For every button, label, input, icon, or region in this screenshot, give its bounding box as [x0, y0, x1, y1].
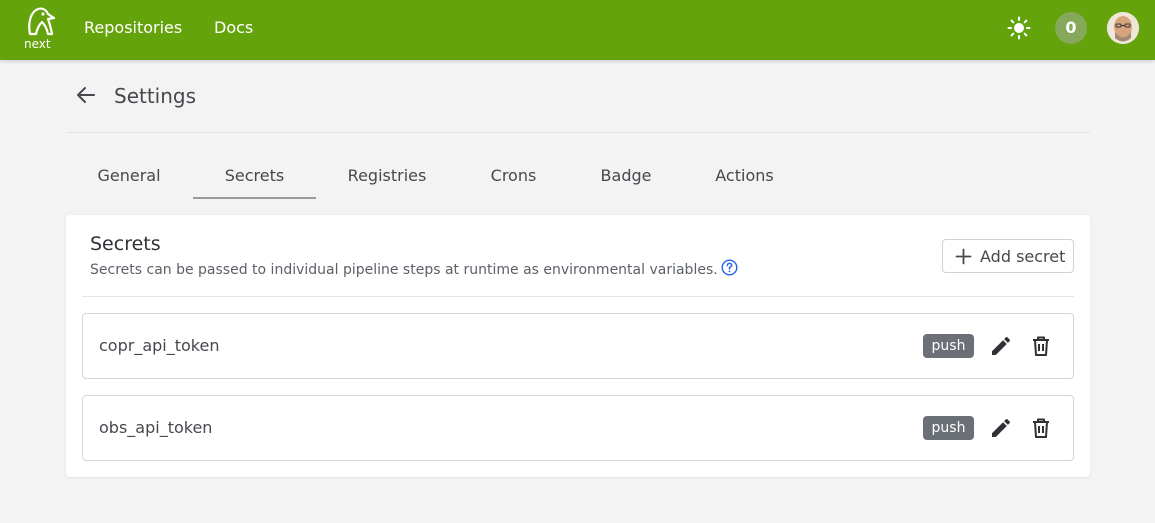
add-secret-label: Add secret: [980, 247, 1066, 266]
logo-label: next: [24, 37, 51, 51]
secrets-panel: Secrets Secrets can be passed to individ…: [66, 215, 1090, 477]
tab-badge[interactable]: Badge: [577, 155, 675, 199]
event-badge: push: [923, 334, 974, 358]
nav-docs-link[interactable]: Docs: [214, 18, 253, 37]
plus-icon: [955, 248, 972, 265]
user-avatar[interactable]: [1107, 12, 1139, 44]
page-title: Settings: [114, 84, 197, 108]
arrow-left-icon: [77, 87, 95, 103]
back-button[interactable]: [74, 83, 98, 107]
panel-description: Secrets can be passed to individual pipe…: [90, 262, 718, 278]
secret-name: copr_api_token: [99, 336, 220, 355]
home-logo-link[interactable]: next: [22, 6, 56, 52]
question-circle-icon: [721, 259, 738, 276]
penguin-logo-icon: [28, 7, 56, 36]
tab-secrets[interactable]: Secrets: [193, 155, 316, 199]
trash-icon: [1033, 336, 1049, 356]
edit-secret-button[interactable]: [989, 334, 1013, 358]
event-badge: push: [923, 416, 974, 440]
top-bar: next Repositories Docs 0: [0, 0, 1155, 60]
pencil-icon: [992, 336, 1011, 355]
edit-secret-button[interactable]: [989, 416, 1013, 440]
page-header: Settings: [66, 78, 1090, 133]
avatar-image: [1107, 12, 1139, 44]
divider: [82, 296, 1074, 297]
sun-icon: [1007, 16, 1031, 40]
panel-title: Secrets: [90, 233, 161, 255]
delete-secret-button[interactable]: [1029, 416, 1053, 440]
secret-row: copr_api_token push: [82, 313, 1074, 379]
docs-help-link[interactable]: [721, 259, 738, 276]
tab-crons[interactable]: Crons: [460, 155, 567, 199]
trash-icon: [1033, 418, 1049, 438]
tab-actions[interactable]: Actions: [692, 155, 797, 199]
delete-secret-button[interactable]: [1029, 334, 1053, 358]
theme-toggle-button[interactable]: [1007, 16, 1031, 40]
tab-registries[interactable]: Registries: [323, 155, 451, 199]
active-pipelines-badge[interactable]: 0: [1055, 12, 1087, 44]
pencil-icon: [992, 418, 1011, 437]
tab-general[interactable]: General: [66, 155, 192, 199]
nav-repositories-link[interactable]: Repositories: [84, 18, 182, 37]
secret-row: obs_api_token push: [82, 395, 1074, 461]
secret-name: obs_api_token: [99, 418, 213, 437]
add-secret-button[interactable]: Add secret: [942, 239, 1074, 273]
